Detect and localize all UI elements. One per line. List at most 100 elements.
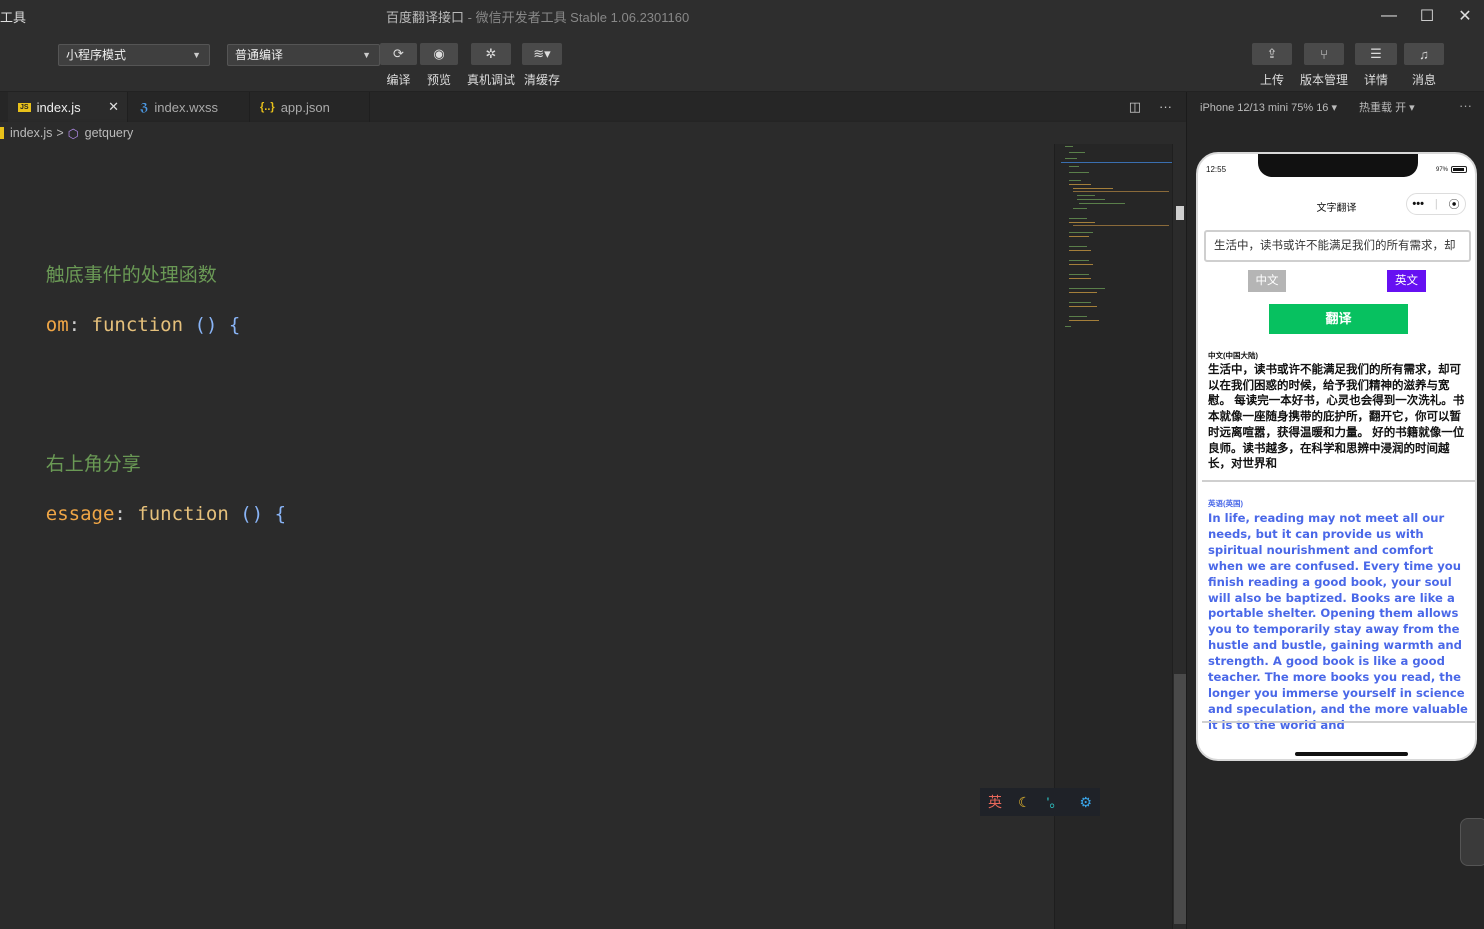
layers-icon: ≋▾ [522,43,562,65]
ime-toolbar: 英 ☾ '。 ⚙ [980,788,1100,816]
code-colon: : [114,503,138,525]
home-indicator [1295,752,1408,756]
divider [1202,721,1475,723]
tab-label: index.wxss [154,99,218,115]
js-file-icon [0,127,4,139]
compile-button[interactable]: ⟳ 编译 [380,43,417,88]
tab-label: index.js [36,99,81,115]
scrollbar-thumb[interactable] [1174,674,1186,924]
minimize-button[interactable]: — [1370,0,1408,32]
tab-index-wxss[interactable]: ℨ index.wxss [130,92,250,122]
css-file-icon: ℨ [140,101,149,114]
compile-select[interactable]: 普通编译 ▼ [227,44,380,66]
capsule-menu[interactable]: ••• | ⦿ [1406,193,1466,215]
code-colon: : [68,314,92,336]
code-property: om [45,314,69,336]
scrollbar-cursor-marker [1176,206,1184,220]
app-version: - 微信开发者工具 Stable 1.06.2301160 [464,10,690,25]
battery-percent: 97% [1435,166,1448,173]
breadcrumb-file[interactable]: index.js [10,126,52,140]
breadcrumb: index.js > ⬡ getquery [0,122,1186,144]
code-punctuation: () { [228,503,287,525]
result-en-label: 英语(英国) [1208,499,1243,508]
window-title: 百度翻译接口 - 微信开发者工具 Stable 1.06.2301160 [386,7,689,26]
remote-debug-label: 真机调试 [466,73,515,87]
source-text-input[interactable]: 生活中，读书或许不能满足我们的所有需求，却 [1204,230,1471,262]
divider [1202,480,1475,482]
messages-button[interactable]: ♫ 消息 [1404,43,1444,88]
tab-index-js[interactable]: JS index.js ✕ [8,92,128,122]
code-punctuation: () { [183,314,241,336]
minimap-highlight [1061,162,1172,163]
more-dots-icon[interactable]: ••• [1412,198,1424,210]
mode-select-value: 小程序模式 [66,48,127,62]
details-label: 详情 [1363,73,1388,87]
gear-icon[interactable]: ⚙ [1079,794,1092,811]
maximize-button[interactable]: ☐ [1408,0,1446,32]
battery-status: 97% [1436,166,1467,173]
result-zh-text: 生活中，读书或许不能满足我们的所有需求，却可以在我们困惑的时候，给予我们精神的滋… [1208,364,1465,471]
chinese-lang-button[interactable]: 中文 [1248,270,1286,292]
clear-cache-button[interactable]: ≋▾ 清缓存 [522,43,562,88]
bell-icon: ♫ [1404,43,1444,65]
main-toolbar: 小程序模式 ▼ 普通编译 ▼ ⟳ 编译 ◉ 预览 ✲ 真机调试 ≋▾ 清缓存 ⇪… [0,32,1484,92]
close-miniprogram-icon[interactable]: ⦿ [1449,196,1460,212]
code-property: essage [45,503,115,525]
more-actions-icon[interactable]: ··· [1159,99,1172,115]
json-file-icon: {..} [260,101,275,113]
messages-label: 消息 [1411,73,1436,87]
upload-icon: ⇪ [1252,43,1292,65]
code-line: om: function () { [0,292,241,358]
phone-simulator: 12:55 97% 文字翻译 ••• | ⦿ 生活中，读书或许不能满足我们的所有… [1196,152,1477,761]
project-name: 百度翻译接口 [386,10,465,25]
js-file-icon: JS [18,102,31,112]
clear-cache-label: 清缓存 [523,73,560,87]
more-icon[interactable]: ··· [1459,98,1472,113]
close-window-button[interactable]: ✕ [1446,0,1484,32]
bug-icon: ✲ [471,43,511,65]
preview-label: 预览 [426,73,451,87]
eye-icon: ◉ [420,43,458,65]
preview-button[interactable]: ◉ 预览 [420,43,458,88]
ime-language-toggle[interactable]: 英 [988,792,1002,812]
tab-actions: ◫ ··· [1129,99,1172,115]
english-lang-button[interactable]: 英文 [1387,270,1426,292]
remote-debug-button[interactable]: ✲ 真机调试 [466,43,516,88]
code-comment: 触底事件的处理函数 [45,264,217,286]
tab-app-json[interactable]: {..} app.json [250,92,370,122]
title-bar: 工具 百度翻译接口 - 微信开发者工具 Stable 1.06.2301160 … [0,0,1484,32]
breadcrumb-separator: > [56,126,64,140]
caret-down-icon: ▼ [362,50,371,60]
method-symbol-icon: ⬡ [67,126,79,141]
hot-reload-toggle[interactable]: 热重载 开 ▾ [1359,99,1415,115]
device-select[interactable]: iPhone 12/13 mini 75% 16 ▾ [1200,101,1337,114]
close-tab-icon[interactable]: ✕ [108,99,119,115]
mode-select[interactable]: 小程序模式 ▼ [58,44,210,66]
breadcrumb-symbol[interactable]: getquery [85,126,134,140]
upload-label: 上传 [1259,73,1284,87]
version-button[interactable]: ⑂ 版本管理 [1299,43,1349,88]
window-controls: — ☐ ✕ [1370,0,1484,32]
version-label: 版本管理 [1299,73,1348,87]
refresh-icon: ⟳ [380,43,417,65]
translate-button[interactable]: 翻译 [1269,304,1408,334]
details-button[interactable]: ☰ 详情 [1355,43,1397,88]
caret-down-icon: ▼ [192,50,201,60]
code-keyword: function [137,503,229,525]
panel-resize-handle[interactable] [1460,818,1484,866]
menu-icon: ☰ [1355,43,1397,65]
split-editor-icon[interactable]: ◫ [1129,99,1141,115]
upload-button[interactable]: ⇪ 上传 [1251,43,1293,88]
tab-label: app.json [280,99,330,115]
compile-label: 编译 [386,73,411,87]
code-keyword: function [91,314,184,336]
code-comment: 右上角分享 [45,453,141,475]
code-line: essage: function () { [0,481,286,547]
simulator-panel: iPhone 12/13 mini 75% 16 ▾ 热重载 开 ▾ ··· 1… [1186,92,1484,929]
phone-notch [1258,154,1418,177]
editor-scrollbar[interactable] [1172,144,1186,929]
punctuation-icon[interactable]: '。 [1047,792,1064,812]
moon-icon[interactable]: ☾ [1018,794,1031,811]
status-time: 12:55 [1206,165,1227,174]
code-editor[interactable]: 触底事件的处理函数 om: function () { 右上角分享 essage… [0,144,1054,929]
